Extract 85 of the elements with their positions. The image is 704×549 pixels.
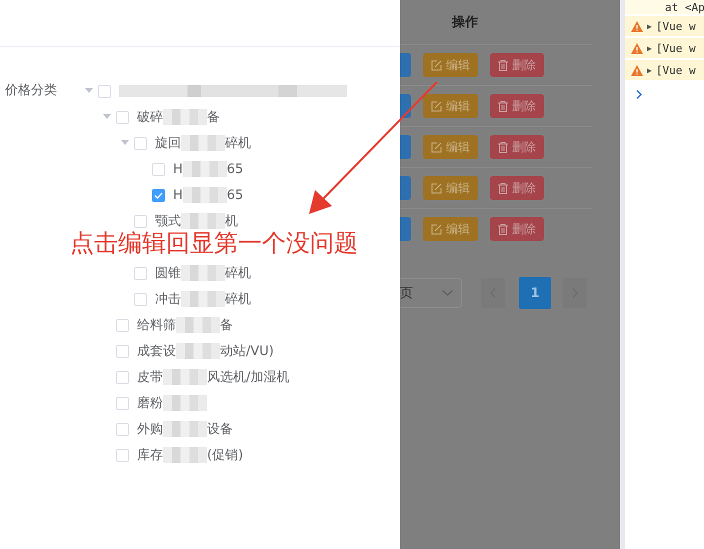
tree-item-label: 成套设 <box>137 343 176 360</box>
edit-icon <box>431 100 442 112</box>
blurred-text <box>163 421 207 437</box>
delete-button[interactable]: 删除 <box>490 176 544 200</box>
annotation-text: 点击编辑回显第一个没问题 <box>70 228 358 259</box>
tree-item-label: (促销) <box>207 447 244 464</box>
blurred-text <box>163 369 207 385</box>
tree-item-label: 旋回 <box>155 135 181 152</box>
edit-button[interactable]: 编辑 <box>423 217 478 241</box>
column-header: 操作 <box>452 14 478 31</box>
tree-item-label: 备 <box>220 317 233 334</box>
prompt-icon <box>636 90 642 99</box>
edit-button[interactable]: 编辑 <box>423 94 478 118</box>
tree-item-label: H <box>173 162 183 176</box>
checkbox[interactable] <box>152 188 165 202</box>
expand-toggle[interactable]: ▶ <box>647 22 652 30</box>
delete-button[interactable]: 删除 <box>490 217 544 241</box>
edit-icon <box>431 142 442 152</box>
trash-icon <box>498 142 508 152</box>
tree-item-label: 碎机 <box>225 265 251 282</box>
delete-button[interactable]: 删除 <box>490 53 544 77</box>
blurred-text <box>176 343 220 359</box>
caret-icon[interactable] <box>121 140 129 146</box>
expand-toggle[interactable]: ▶ <box>647 66 652 74</box>
blurred-text <box>182 161 227 177</box>
edit-button[interactable]: 编辑 <box>423 176 478 200</box>
tree-item-label: 65 <box>226 188 244 202</box>
blurred-text <box>181 213 225 229</box>
delete-button[interactable]: 删除 <box>490 135 544 159</box>
tree-item-label: 外购 <box>137 421 163 438</box>
trash-icon <box>498 224 508 234</box>
warning-icon <box>631 42 643 54</box>
console-text: [Vue w <box>656 42 696 54</box>
edit-icon <box>431 60 442 70</box>
caret-icon[interactable] <box>85 88 93 94</box>
delete-button[interactable]: 删除 <box>490 94 544 118</box>
warning-icon <box>631 64 643 76</box>
tree-item-label: 机 <box>225 213 238 230</box>
edit-icon <box>431 224 442 234</box>
trash-icon <box>498 182 508 194</box>
blurred-text <box>163 395 207 411</box>
tree-item-label: 动站/VU) <box>220 343 274 360</box>
expand-toggle[interactable]: ▶ <box>647 44 652 52</box>
blurred-text <box>176 317 220 333</box>
trash-icon <box>498 100 508 112</box>
primary-button[interactable] <box>400 53 411 77</box>
blurred-text <box>182 187 227 203</box>
edit-button[interactable]: 编辑 <box>423 135 478 159</box>
checkmark-icon <box>154 192 163 198</box>
tree-item-label: 备 <box>207 109 220 126</box>
page-size-select[interactable]: 页 <box>400 278 462 308</box>
tree-item-label: 皮带 <box>137 369 163 386</box>
console-text: at <Ap <box>665 1 704 14</box>
tree-item-label: 磨粉 <box>137 395 163 412</box>
tree-item-label: 碎机 <box>225 291 251 308</box>
tree-item-label: 设备 <box>207 421 233 438</box>
tree-item-label: 库存 <box>137 447 163 464</box>
primary-button[interactable] <box>400 94 411 118</box>
primary-button[interactable] <box>400 176 411 200</box>
tree-item-label: 冲击 <box>155 291 181 308</box>
page-button[interactable]: 1 <box>519 277 551 309</box>
tree-item-label: 碎机 <box>225 135 251 152</box>
tree-item-label: 圆锥 <box>155 265 181 282</box>
tree-item-label: 给料筛 <box>137 317 176 334</box>
trash-icon <box>498 60 508 70</box>
blurred-text <box>181 135 225 151</box>
field-label: 价格分类 <box>4 82 58 100</box>
blurred-text <box>163 109 207 125</box>
chevron-down-icon <box>442 290 453 296</box>
warning-icon <box>631 20 643 32</box>
tree-item-label: 65 <box>226 162 244 176</box>
tree-item-label: H <box>173 188 183 202</box>
blurred-text <box>181 291 225 307</box>
blurred-text <box>163 447 207 463</box>
tree-item-label: 风选机/加湿机 <box>207 369 290 386</box>
tree-item-label: 破碎 <box>137 109 163 126</box>
console-text: [Vue w <box>656 20 696 32</box>
edit-button[interactable]: 编辑 <box>423 53 478 77</box>
primary-button[interactable] <box>400 135 411 159</box>
edit-icon <box>431 182 442 194</box>
console-text: [Vue w <box>656 64 696 76</box>
tree-item-label: 颚式 <box>155 213 181 230</box>
primary-button[interactable] <box>400 217 411 241</box>
caret-icon[interactable] <box>103 114 111 120</box>
blurred-text <box>181 265 225 281</box>
